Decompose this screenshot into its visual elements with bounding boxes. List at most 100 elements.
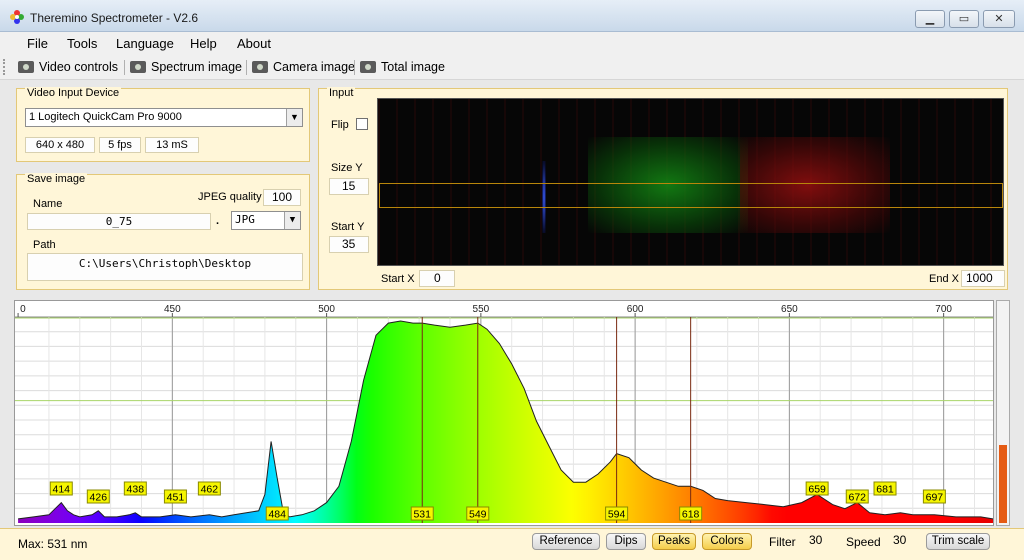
start-x-field[interactable]: 0 (419, 270, 455, 287)
peak-label: 549 (469, 509, 487, 521)
window-title: Theremino Spectrometer - V2.6 (30, 11, 199, 25)
toolbar-separator (124, 60, 125, 75)
input-panel: Input Flip Size Y 15 Start Y 35 Start X … (318, 87, 1008, 290)
toolbar-separator (246, 60, 247, 75)
end-x-field[interactable]: 1000 (961, 270, 1005, 287)
peak-label: 672 (848, 492, 866, 504)
peak-label: 484 (268, 509, 286, 521)
save-image-panel: Save image Name JPEG quality 100 0_75 . … (16, 173, 310, 290)
menu-bar: File Tools Language Help About (0, 32, 1024, 54)
format-select[interactable]: JPG ▼ (231, 211, 301, 230)
toolbar: Video controls Spectrum image Camera ima… (0, 54, 1024, 80)
size-y-field[interactable]: 15 (329, 178, 369, 195)
name-label: Name (33, 198, 63, 210)
speed-field[interactable]: 30 (884, 532, 918, 550)
end-x-label: End X (929, 273, 959, 285)
trim-scale-button[interactable]: Trim scale (926, 533, 990, 550)
speed-label: Speed (846, 535, 881, 549)
minimize-icon: ▁ (925, 13, 935, 25)
camera-image-button[interactable]: Camera image (252, 60, 355, 74)
spectrum-svg: 0 450 500 550 600 650 700 414 426 438 451 462 484 531… (15, 301, 994, 523)
x-tick-label: 500 (318, 304, 335, 315)
peak-label: 426 (90, 492, 108, 504)
maximize-icon: ▭ (958, 13, 970, 25)
total-image-button[interactable]: Total image (360, 60, 445, 74)
toolbar-grip[interactable] (3, 59, 6, 75)
start-y-field[interactable]: 35 (329, 236, 369, 253)
x-tick-label: 550 (473, 304, 490, 315)
menu-language[interactable]: Language (116, 36, 174, 51)
status-bar: Max: 531 nm Reference Dips Peaks Colors … (0, 528, 1024, 560)
menu-tools[interactable]: Tools (67, 36, 97, 51)
spectrum-image-button[interactable]: Spectrum image (130, 60, 242, 74)
x-tick-label: 600 (627, 304, 644, 315)
jpeg-quality-label: JPEG quality (198, 191, 262, 203)
video-device-value: 1 Logitech QuickCam Pro 9000 (29, 111, 182, 123)
peak-label: 438 (127, 484, 145, 496)
camera-icon (360, 61, 376, 73)
extension-dot: . (216, 215, 220, 227)
video-input-title: Video Input Device (25, 87, 122, 99)
path-label: Path (33, 239, 56, 251)
camera-icon (130, 61, 146, 73)
chevron-down-icon: ▼ (284, 212, 300, 229)
resolution-field[interactable]: 640 x 480 (25, 137, 95, 153)
video-camera-icon (18, 61, 34, 73)
spectrum-chart[interactable]: 0 450 500 550 600 650 700 414 426 438 451 462 484 531… (14, 300, 994, 526)
axis-header (15, 301, 993, 317)
peak-label: 451 (167, 492, 185, 504)
menu-help[interactable]: Help (190, 36, 217, 51)
jpeg-quality-field[interactable]: 100 (263, 189, 301, 206)
fps-field[interactable]: 5 fps (99, 137, 141, 153)
camera-icon (252, 61, 268, 73)
colors-button[interactable]: Colors (702, 533, 752, 550)
exposure-field[interactable]: 13 mS (145, 137, 199, 153)
video-device-select[interactable]: 1 Logitech QuickCam Pro 9000 ▼ (25, 108, 303, 127)
peak-label: 659 (808, 484, 826, 496)
start-x-label: Start X (381, 273, 415, 285)
maximize-button[interactable]: ▭ (949, 10, 979, 28)
camera-image-label: Camera image (273, 60, 355, 74)
filter-label: Filter (769, 535, 796, 549)
max-readout: Max: 531 nm (18, 537, 88, 551)
close-icon: ✕ (994, 13, 1004, 25)
title-bar: Theremino Spectrometer - V2.6 ▁ ▭ ✕ (0, 0, 1024, 32)
x-tick-label: 450 (164, 304, 181, 315)
flower-icon (10, 10, 24, 24)
chevron-down-icon: ▼ (286, 109, 302, 126)
flip-label: Flip (331, 119, 349, 131)
save-image-title: Save image (25, 173, 88, 185)
peak-label: 681 (876, 484, 894, 496)
menu-about[interactable]: About (237, 36, 271, 51)
start-y-label: Start Y (331, 221, 365, 233)
x-tick-label: 0 (20, 304, 26, 315)
input-title: Input (327, 87, 356, 99)
size-y-label: Size Y (331, 162, 363, 174)
menu-file[interactable]: File (27, 36, 48, 51)
peak-label: 697 (926, 492, 944, 504)
peak-label: 462 (201, 484, 219, 496)
dips-button[interactable]: Dips (606, 533, 646, 550)
video-controls-button[interactable]: Video controls (18, 60, 118, 74)
filter-field[interactable]: 30 (800, 532, 834, 550)
close-button[interactable]: ✕ (983, 10, 1015, 28)
peak-label: 594 (608, 509, 626, 521)
roi-box[interactable] (379, 183, 1003, 208)
total-image-label: Total image (381, 60, 445, 74)
toolbar-separator (354, 60, 355, 75)
reference-button[interactable]: Reference (532, 533, 600, 550)
name-field[interactable]: 0_75 (27, 213, 211, 230)
intensity-scale-bar (996, 300, 1010, 526)
video-input-panel: Video Input Device 1 Logitech QuickCam P… (16, 87, 310, 162)
video-controls-label: Video controls (39, 60, 118, 74)
spectrum-image-label: Spectrum image (151, 60, 243, 74)
peak-label: 414 (53, 484, 71, 496)
camera-preview[interactable] (377, 98, 1004, 266)
peaks-button[interactable]: Peaks (652, 533, 696, 550)
flip-checkbox[interactable] (356, 118, 368, 130)
peak-label: 618 (682, 509, 700, 521)
format-value: JPG (235, 213, 255, 226)
minimize-button[interactable]: ▁ (915, 10, 945, 28)
path-field[interactable]: C:\Users\Christoph\Desktop (27, 253, 303, 281)
x-tick-label: 650 (781, 304, 798, 315)
